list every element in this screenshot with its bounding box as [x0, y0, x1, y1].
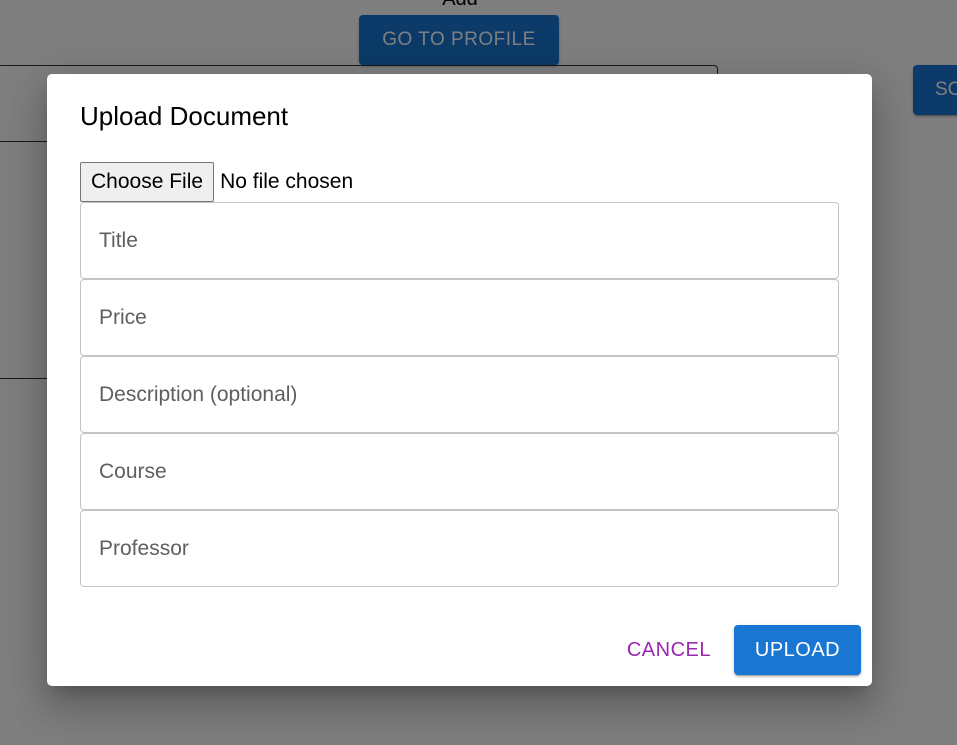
title-field	[80, 202, 839, 279]
professor-input[interactable]	[81, 511, 838, 586]
file-status-text: No file chosen	[220, 170, 354, 193]
dialog-title: Upload Document	[80, 101, 289, 131]
price-field	[80, 279, 839, 356]
course-input[interactable]	[81, 434, 838, 509]
cancel-button[interactable]: CANCEL	[605, 625, 733, 675]
price-input[interactable]	[81, 280, 838, 355]
choose-file-button[interactable]: Choose File	[80, 162, 215, 202]
course-field	[80, 433, 839, 510]
file-input: Choose File No file chosen	[80, 162, 353, 202]
description-input[interactable]	[81, 357, 838, 432]
upload-document-dialog: Upload Document Choose File No file chos…	[47, 74, 872, 686]
dialog-actions: CANCEL UPLOAD	[605, 625, 861, 675]
description-field	[80, 356, 839, 433]
title-input[interactable]	[81, 203, 838, 278]
professor-field	[80, 510, 839, 587]
upload-button[interactable]: UPLOAD	[734, 625, 861, 675]
